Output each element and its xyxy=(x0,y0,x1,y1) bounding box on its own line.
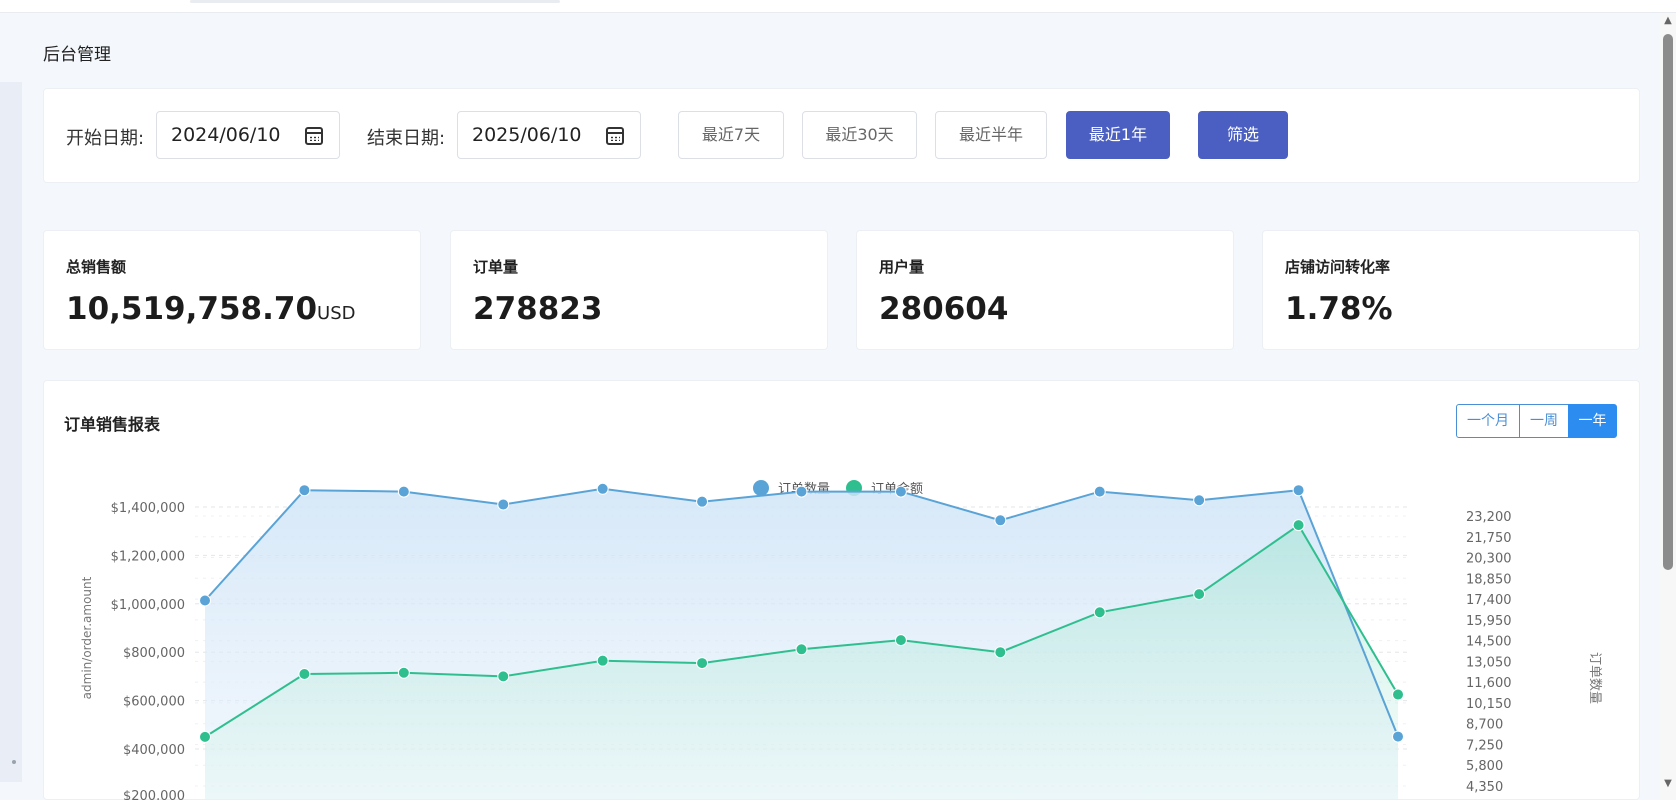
y-right-tick-label: 23,200 xyxy=(1466,510,1512,525)
tab-strip xyxy=(190,0,560,3)
order-sales-chart: $1,400,000 $1,200,000 $1,000,000 $800,000 $6… xyxy=(80,480,1602,800)
data-point xyxy=(497,498,510,511)
data-point xyxy=(596,482,609,495)
y-right-tick-label: 20,300 xyxy=(1466,552,1512,567)
stat-label: 用户量 xyxy=(879,258,925,276)
data-point xyxy=(199,730,211,743)
data-point xyxy=(1392,730,1404,743)
y-right-tick-label: 15,950 xyxy=(1466,614,1512,629)
calendar-icon[interactable] xyxy=(606,127,624,145)
y-right-tick-label: 17,400 xyxy=(1466,593,1512,608)
data-point xyxy=(1193,588,1206,601)
data-point xyxy=(795,643,808,656)
period-tab-year[interactable]: 一年 xyxy=(1568,404,1617,438)
range-half-year-button[interactable]: 最近半年 xyxy=(935,111,1047,159)
stat-value: 278823 xyxy=(473,291,603,327)
stat-value: 280604 xyxy=(879,291,1009,327)
range-30-days-button[interactable]: 最近30天 xyxy=(802,111,917,159)
stat-card-total-sales: 总销售额 10,519,758.70USD xyxy=(43,230,421,350)
range-7-days-button[interactable]: 最近7天 xyxy=(678,111,784,159)
stat-label: 店铺访问转化率 xyxy=(1285,258,1391,276)
data-point xyxy=(1093,606,1106,619)
y-right-tick-label: 8,700 xyxy=(1466,718,1503,733)
range-1-year-button[interactable]: 最近1年 xyxy=(1066,111,1170,159)
y-left-tick-label: $1,200,000 xyxy=(111,549,185,564)
data-point xyxy=(795,485,808,498)
data-point xyxy=(397,485,410,498)
data-point xyxy=(1392,688,1404,701)
sidebar-edge xyxy=(0,82,22,782)
y-right-axis-title: 订单数量 xyxy=(1587,652,1602,704)
data-point xyxy=(894,634,907,647)
data-point xyxy=(298,667,311,680)
scroll-down-arrow-icon[interactable]: ▼ xyxy=(1662,778,1674,790)
y-right-tick-label: 10,150 xyxy=(1466,697,1512,712)
sidebar-dot xyxy=(12,760,16,764)
stat-card-orders: 订单量 278823 xyxy=(450,230,828,350)
data-point xyxy=(894,485,907,498)
period-tab-month[interactable]: 一个月 xyxy=(1456,404,1520,438)
stat-card-users: 用户量 280604 xyxy=(856,230,1234,350)
end-date-picker[interactable]: 2025/06/10 xyxy=(457,111,641,159)
browser-top-bar xyxy=(0,0,1676,13)
data-point xyxy=(1292,484,1305,497)
y-right-tick-label: 14,500 xyxy=(1466,635,1512,650)
data-point xyxy=(994,514,1007,527)
chart-title: 订单销售报表 xyxy=(64,415,161,434)
data-point xyxy=(596,654,609,667)
legend-marker xyxy=(753,480,769,496)
page-title: 后台管理 xyxy=(43,45,111,65)
y-left-tick-label: $800,000 xyxy=(123,646,185,661)
y-left-tick-label: $400,000 xyxy=(123,743,185,758)
y-left-tick-label: $200,000 xyxy=(123,789,185,800)
stat-value: 10,519,758.70USD xyxy=(66,291,356,327)
data-point xyxy=(994,646,1007,659)
filter-button[interactable]: 筛选 xyxy=(1198,111,1288,159)
end-date-label: 结束日期: xyxy=(367,128,446,149)
stat-card-conversion-rate: 店铺访问转化率 1.78% xyxy=(1262,230,1640,350)
data-point xyxy=(1093,485,1106,498)
end-date-value: 2025/06/10 xyxy=(472,124,582,146)
data-point xyxy=(1292,519,1305,532)
y-right-tick-label: 13,050 xyxy=(1466,655,1512,670)
start-date-value: 2024/06/10 xyxy=(171,124,281,146)
y-left-tick-label: $1,400,000 xyxy=(111,501,185,516)
data-point xyxy=(497,670,510,683)
stat-number: 10,519,758.70 xyxy=(66,291,318,327)
y-right-tick-label: 5,800 xyxy=(1466,759,1503,774)
data-point xyxy=(696,657,709,670)
y-left-tick-label: $1,000,000 xyxy=(111,598,185,613)
data-point xyxy=(298,484,311,497)
y-right-tick-label: 11,600 xyxy=(1466,676,1512,691)
scroll-thumb[interactable] xyxy=(1663,34,1673,570)
scroll-up-arrow-icon[interactable]: ▲ xyxy=(1662,15,1674,27)
stat-unit: USD xyxy=(317,303,356,324)
y-right-tick-label: 21,750 xyxy=(1466,531,1512,546)
start-date-picker[interactable]: 2024/06/10 xyxy=(156,111,340,159)
stat-value: 1.78% xyxy=(1285,291,1393,327)
stat-label: 总销售额 xyxy=(66,258,127,276)
period-tab-week[interactable]: 一周 xyxy=(1519,404,1569,438)
y-right-tick-label: 7,250 xyxy=(1466,738,1503,753)
stat-label: 订单量 xyxy=(473,258,519,276)
data-point xyxy=(199,594,211,607)
y-left-tick-label: $600,000 xyxy=(123,695,185,710)
y-left-axis-title: admin/order.amount xyxy=(80,576,94,699)
y-right-tick-label: 4,350 xyxy=(1466,780,1503,795)
y-right-tick-label: 18,850 xyxy=(1466,572,1512,587)
data-point xyxy=(696,495,709,508)
data-point xyxy=(397,666,410,679)
start-date-label: 开始日期: xyxy=(66,128,145,149)
data-point xyxy=(1193,494,1206,507)
calendar-icon[interactable] xyxy=(305,127,323,145)
